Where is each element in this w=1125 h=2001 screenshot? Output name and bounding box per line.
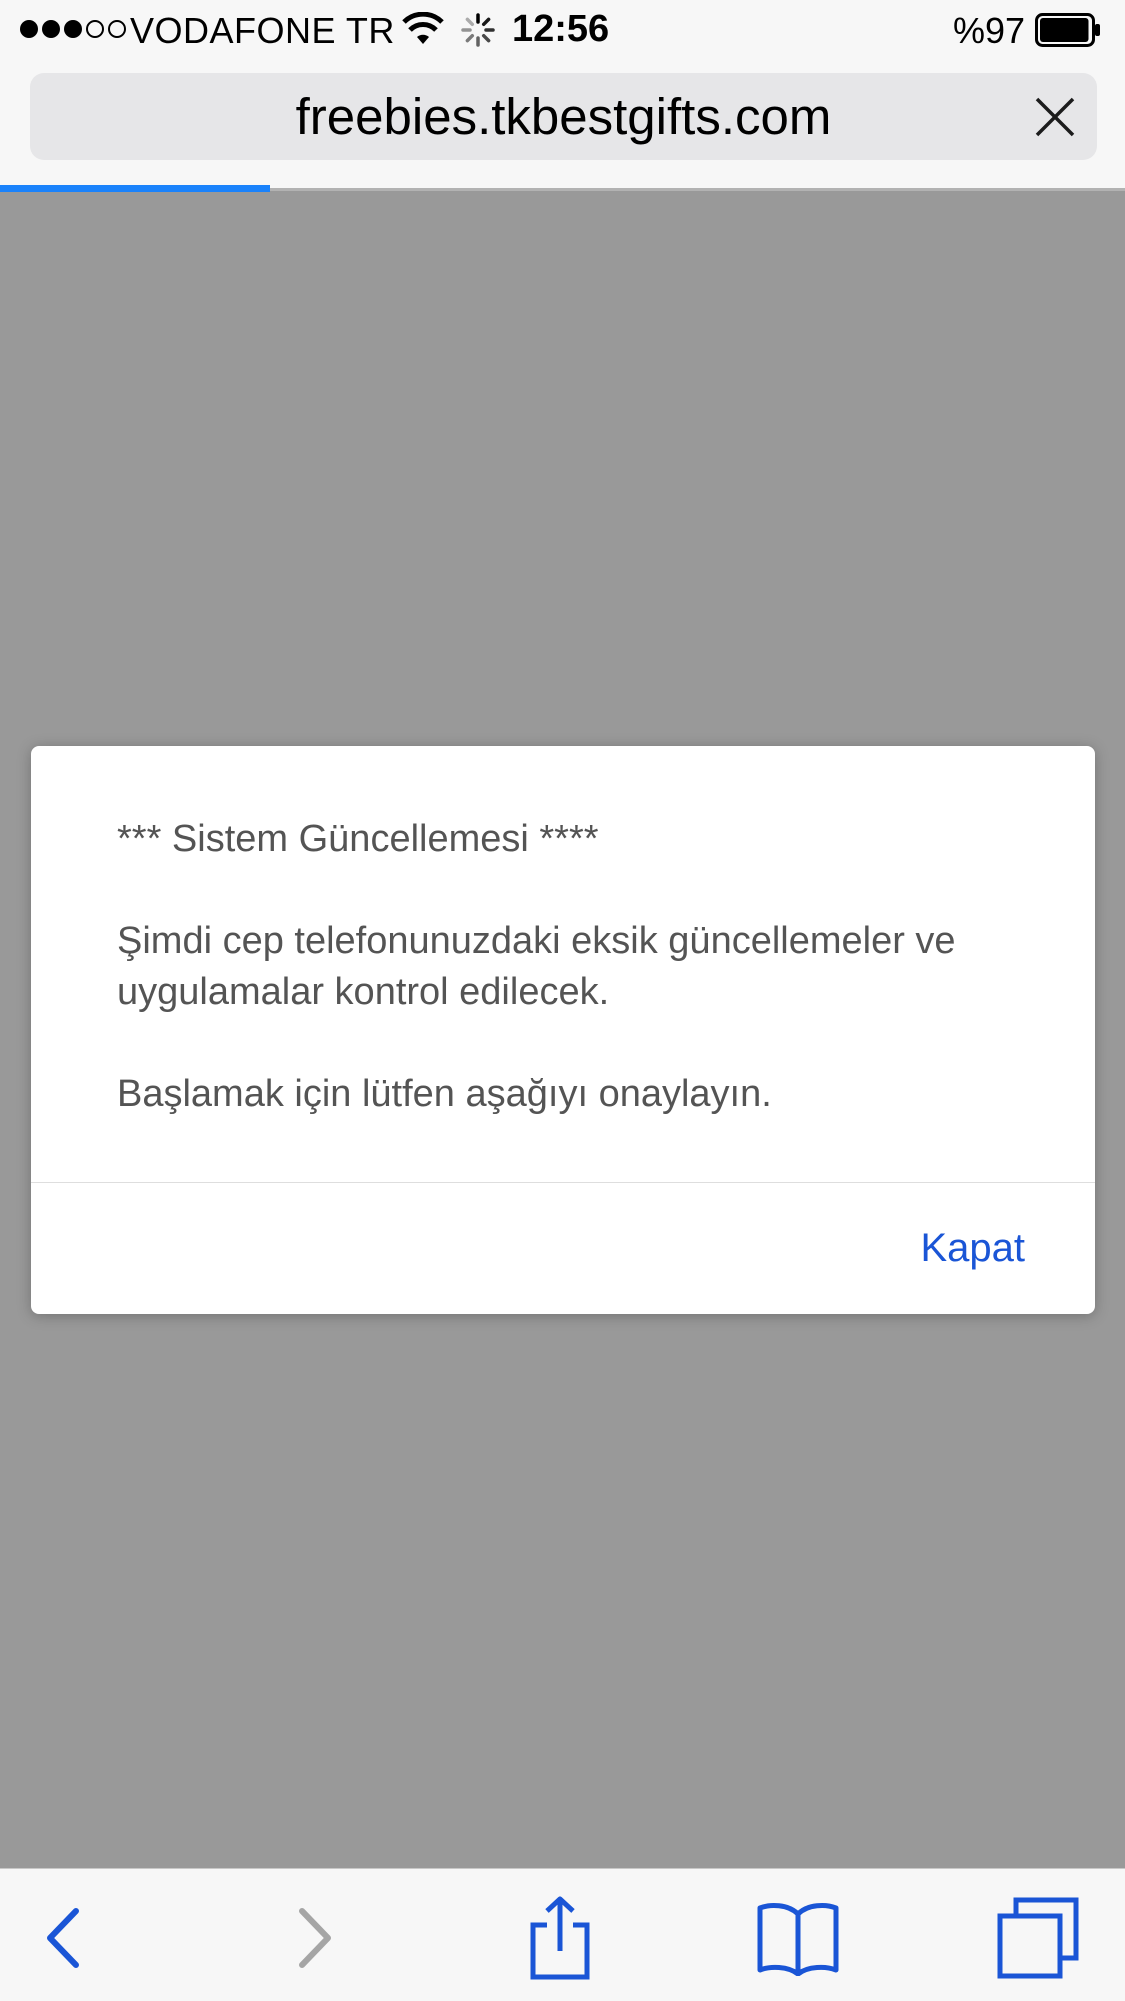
browser-top-chrome: VODAFONE TR 12:56 %97 freebies.tkbestgif… (0, 0, 1125, 192)
forward-icon (299, 1908, 331, 1968)
back-button[interactable] (18, 1895, 108, 1981)
activity-spinner-icon (461, 13, 495, 47)
clock: 12:56 (512, 8, 610, 50)
page-load-progress (0, 185, 270, 192)
stop-loading-icon[interactable] (1033, 95, 1077, 139)
alert-instruction-line: Başlamak için lütfen aşağıyı onaylayın. (117, 1073, 772, 1115)
dialog-divider (31, 1182, 1095, 1183)
alert-body-line: Şimdi cep telefonunuzdaki eksik güncelle… (117, 920, 956, 1013)
alert-message: *** Sistem Güncellemesi **** Şimdi cep t… (117, 814, 1017, 1120)
close-button[interactable]: Kapat (920, 1226, 1025, 1271)
share-button[interactable] (515, 1895, 605, 1981)
carrier-name: VODAFONE TR (130, 10, 395, 51)
forward-button[interactable] (270, 1895, 360, 1981)
bookmarks-button[interactable] (753, 1895, 843, 1981)
tabs-icon (997, 1897, 1079, 1979)
status-bar: VODAFONE TR 12:56 %97 (0, 0, 1125, 62)
bookmarks-icon (757, 1903, 839, 1976)
address-bar[interactable]: freebies.tkbestgifts.com (30, 73, 1097, 160)
address-url[interactable]: freebies.tkbestgifts.com (30, 73, 1097, 160)
alert-title-line: *** Sistem Güncellemesi **** (117, 818, 599, 860)
battery-icon (1035, 13, 1100, 47)
back-icon (47, 1908, 79, 1968)
alert-dialog: *** Sistem Güncellemesi **** Şimdi cep t… (31, 746, 1095, 1314)
wifi-icon (402, 12, 444, 44)
battery-percentage: %97 (952, 10, 1025, 51)
tabs-button[interactable] (993, 1895, 1083, 1981)
bottom-toolbar (0, 1868, 1125, 2001)
share-icon (530, 1896, 590, 1980)
signal-strength-icon (20, 20, 126, 38)
